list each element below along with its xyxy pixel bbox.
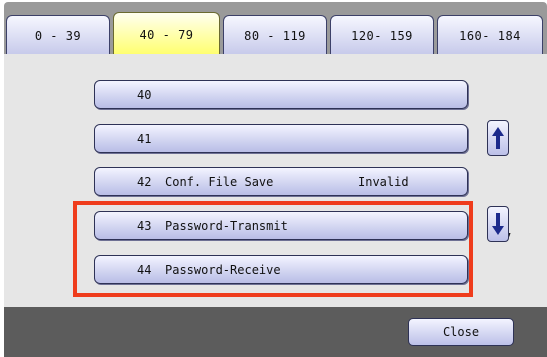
param-number: 42 xyxy=(137,175,152,189)
tab-label: 120- 159 xyxy=(351,28,413,43)
tab-160-184[interactable]: 160- 184 xyxy=(437,15,543,55)
tab-120-159[interactable]: 120- 159 xyxy=(330,15,434,55)
close-button[interactable]: Close xyxy=(408,318,514,346)
tab-label: 160- 184 xyxy=(459,28,521,43)
tab-bar: 0 - 39 40 - 79 80 - 119 120- 159 160- 18… xyxy=(4,2,547,56)
tab-0-39[interactable]: 0 - 39 xyxy=(6,15,110,55)
tab-40-79[interactable]: 40 - 79 xyxy=(113,12,220,56)
tab-label: 80 - 119 xyxy=(244,28,306,43)
scroll-up-button[interactable] xyxy=(487,120,509,156)
param-name: Conf. File Save xyxy=(165,175,274,189)
arrow-up-icon xyxy=(492,127,504,149)
param-number: 41 xyxy=(137,132,152,146)
param-row-42[interactable]: 42 Conf. File Save Invalid xyxy=(94,167,468,196)
param-number: 40 xyxy=(137,88,152,102)
tab-label: 0 - 39 xyxy=(34,28,82,43)
param-row-40[interactable]: 40 xyxy=(94,80,468,109)
close-label: Close xyxy=(442,325,480,339)
tab-label: 40 - 79 xyxy=(139,27,194,42)
scroll-down-button[interactable] xyxy=(487,206,509,242)
param-screen: 0 - 39 40 - 79 80 - 119 120- 159 160- 18… xyxy=(0,0,547,357)
param-row-41[interactable]: 41 xyxy=(94,124,468,153)
param-status: Invalid xyxy=(358,175,409,189)
tab-80-119[interactable]: 80 - 119 xyxy=(223,15,327,55)
selection-highlight-frame xyxy=(73,201,473,297)
arrow-down-icon xyxy=(492,213,504,235)
footer-bar: Close xyxy=(4,307,547,357)
